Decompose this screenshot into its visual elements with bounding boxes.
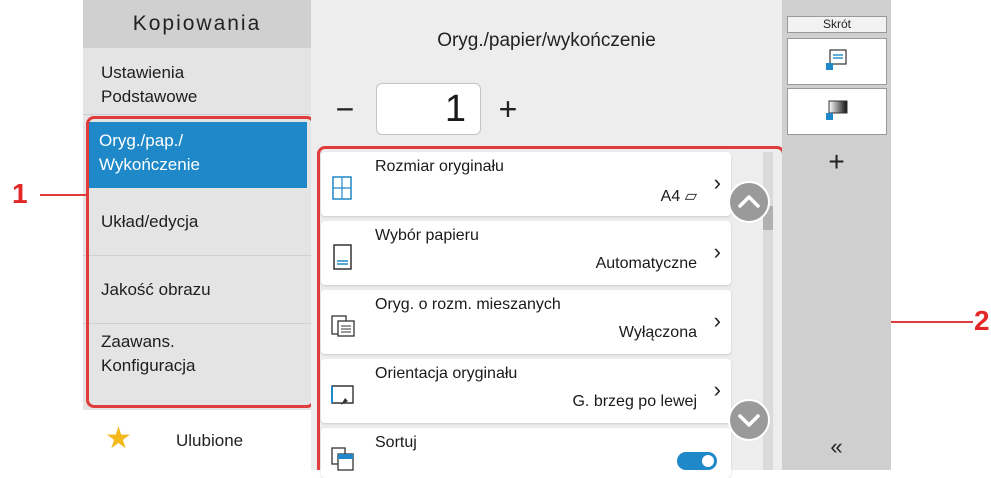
shortcut-button-1[interactable] <box>787 38 887 85</box>
shortcut-density-icon <box>826 100 848 120</box>
shortcut-button-2[interactable] <box>787 88 887 135</box>
tab-label: Ustawienia Podstawowe <box>101 63 198 106</box>
copies-input[interactable]: 1 <box>376 83 481 135</box>
callout-number-2: 2 <box>974 305 990 336</box>
tab-basic-settings[interactable]: Ustawienia Podstawowe <box>83 57 311 115</box>
shortcut-doc-icon <box>826 49 847 70</box>
collapse-panel-button[interactable]: « <box>782 434 891 460</box>
decrease-copies-button[interactable]: − <box>325 91 365 127</box>
callout-frame-tabs <box>86 116 315 408</box>
panel-title: Kopiowania <box>83 0 311 48</box>
favorites-label: Ulubione <box>176 431 244 450</box>
shortcut-title: Skrót <box>787 16 887 33</box>
increase-copies-button[interactable]: + <box>488 91 528 127</box>
shortcut-panel: Skrót + « <box>782 0 891 470</box>
panel-title: Oryg./papier/wykończenie <box>437 30 656 51</box>
add-shortcut-button[interactable]: + <box>782 146 891 178</box>
callout-frame-settings <box>317 146 785 470</box>
callout-line-1 <box>40 194 87 196</box>
star-icon: ★ <box>105 422 132 455</box>
callout-number-1: 1 <box>12 178 28 209</box>
favorites-button[interactable]: ★ Ulubione <box>83 410 311 470</box>
